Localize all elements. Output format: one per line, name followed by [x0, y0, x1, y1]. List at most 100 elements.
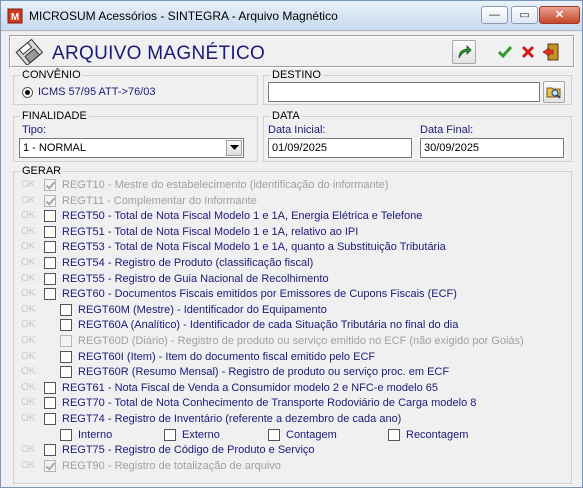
generate-file-button[interactable]	[452, 40, 476, 64]
close-window-button[interactable]: ✕	[539, 6, 580, 24]
convenio-radio[interactable]	[22, 87, 33, 98]
gerar-checkbox[interactable]	[60, 350, 72, 363]
title-bar[interactable]: M MICROSUM Acessórios - SINTEGRA - Arqui…	[1, 1, 582, 31]
app-icon: M	[7, 8, 23, 24]
gerar-checkbox[interactable]	[60, 303, 72, 316]
ok-status-label: OK	[21, 350, 36, 362]
data-final-label: Data Final:	[420, 124, 474, 136]
ok-status-label: OK	[21, 335, 36, 346]
data-inicial-label: Data Inicial:	[268, 124, 326, 136]
gerar-row-label: REGT11 - Complementar do Informante	[62, 194, 257, 207]
destino-group: DESTINO	[263, 68, 572, 105]
gerar-checkbox[interactable]	[44, 397, 56, 410]
ok-status-label: OK	[21, 381, 36, 393]
gerar-row-label: REGT54 - Registro de Produto (classifica…	[62, 257, 314, 269]
gerar-checkbox[interactable]	[44, 272, 56, 285]
gerar-row: OK REGT60A (Analítico) - Identificador de…	[14, 318, 569, 334]
gerar-row: OK REGT55 - Registro de Guia Nacional de …	[14, 272, 569, 288]
main-window: M MICROSUM Acessórios - SINTEGRA - Arqui…	[0, 0, 583, 488]
inventario-option-label: Contagem	[286, 428, 337, 441]
gerar-row: OK REGT70 - Total de Nota Conhecimento de…	[14, 396, 569, 412]
minimize-button[interactable]: —	[481, 6, 508, 24]
destino-label: DESTINO	[270, 68, 323, 82]
convenio-option-label: ICMS 57/95 ATT->76/03	[38, 86, 156, 98]
gerar-checkbox[interactable]	[44, 288, 56, 301]
data-final-input[interactable]	[420, 138, 564, 158]
inventario-option-checkbox[interactable]	[164, 428, 176, 441]
inventario-option-checkbox[interactable]	[60, 428, 72, 441]
gerar-row-label: REGT50 - Total de Nota Fiscal Modelo 1 e…	[62, 210, 423, 223]
gerar-row: OK REGT50 - Total de Nota Fiscal Modelo 1…	[14, 209, 569, 225]
inventario-option-checkbox[interactable]	[268, 428, 280, 441]
ok-status-label: OK	[21, 397, 36, 409]
ok-status-label: OK	[21, 303, 36, 315]
inventario-option-checkbox[interactable]	[388, 428, 400, 441]
gerar-row-label: REGT60A (Analítico) - Identificador de c…	[78, 319, 459, 332]
maximize-button[interactable]: ▭	[511, 6, 538, 24]
ok-status-label: OK	[21, 210, 36, 222]
gerar-checkbox[interactable]	[44, 241, 56, 254]
ok-status-label: OK	[21, 444, 36, 456]
ok-status-label: OK	[21, 241, 36, 253]
gerar-row: OK REGT90 - Registro de totalização de ar…	[14, 459, 569, 475]
gerar-row: OK REGT51 - Total de Nota Fiscal Modelo 1…	[14, 225, 569, 241]
ok-status-label: OK	[21, 459, 36, 471]
browse-folder-button[interactable]	[543, 81, 565, 103]
gerar-row: OK REGT60M (Mestre) - Identificador do Eq…	[14, 303, 569, 319]
window-title: MICROSUM Acessórios - SINTEGRA - Arquivo…	[29, 9, 338, 23]
gerar-row-label: REGT55 - Registro de Guia Nacional de Re…	[62, 272, 329, 285]
gerar-row: OK REGT60D (Diário) - Registro de produto…	[14, 334, 569, 350]
gerar-checkbox[interactable]	[44, 225, 56, 238]
gerar-row-label: REGT60D (Diário) - Registro de produto o…	[78, 335, 524, 347]
gerar-row: OK REGT10 - Mestre do estabelecimento (id…	[14, 178, 569, 194]
gerar-row: OK REGT53 - Total de Nota Fiscal Modelo 1…	[14, 240, 569, 256]
gerar-row: OK REGT60R (Resumo Mensal) - Registro de …	[14, 365, 569, 381]
gerar-checkbox[interactable]	[44, 210, 56, 223]
ok-status-label: OK	[21, 257, 36, 268]
finalidade-group: FINALIDADE Tipo: 1 - NORMAL	[13, 109, 258, 162]
destino-input[interactable]	[268, 82, 540, 102]
ok-status-label: OK	[21, 288, 36, 300]
page-title: ARQUIVO MAGNÉTICO	[52, 43, 266, 64]
gerar-checkbox[interactable]	[44, 257, 56, 269]
gerar-row: OK REGT60I (Item) - Item do documento fis…	[14, 350, 569, 366]
gerar-checkbox	[44, 179, 56, 191]
client-area: ARQUIVO MAGNÉTICO CONVÊNIO ICMS 57/95 AT…	[1, 32, 582, 487]
gerar-row: OK REGT61 - Nota Fiscal de Venda a Consum…	[14, 381, 569, 397]
gerar-checkbox[interactable]	[44, 444, 56, 457]
svg-text:M: M	[11, 12, 19, 23]
convenio-group: CONVÊNIO ICMS 57/95 ATT->76/03	[13, 68, 258, 105]
inventario-options-row: Interno Externo Contagem Recontagem	[14, 428, 569, 444]
gerar-checkbox[interactable]	[60, 319, 72, 332]
gerar-checkbox[interactable]	[60, 366, 72, 379]
exit-button[interactable]	[539, 40, 563, 64]
export-arrow-icon	[458, 45, 472, 59]
gerar-row-label: REGT10 - Mestre do estabelecimento (iden…	[62, 179, 389, 191]
checkmark-icon	[497, 46, 513, 59]
chevron-down-icon[interactable]	[226, 140, 242, 156]
gerar-row: OK REGT75 - Registro de Código de Produto…	[14, 443, 569, 459]
cancel-x-icon	[521, 45, 535, 59]
ok-status-label: OK	[21, 194, 36, 206]
gerar-row: OK REGT60 - Documentos Fiscais emitidos p…	[14, 287, 569, 303]
header-panel: ARQUIVO MAGNÉTICO	[9, 35, 575, 68]
ok-status-label: OK	[21, 413, 36, 424]
ok-status-label: OK	[21, 366, 36, 378]
gerar-checkbox	[60, 335, 72, 347]
gerar-row: OK REGT11 - Complementar do Informante	[14, 194, 569, 210]
tipo-label: Tipo:	[22, 124, 47, 136]
cancel-button[interactable]	[516, 40, 540, 64]
gerar-row-label: REGT60R (Resumo Mensal) - Registro de pr…	[78, 366, 450, 379]
gerar-checkbox[interactable]	[44, 381, 56, 394]
gerar-row: OK REGT74 - Registro de Inventário (refer…	[14, 412, 569, 428]
tipo-select[interactable]: 1 - NORMAL	[19, 138, 244, 158]
gerar-row-label: REGT61 - Nota Fiscal de Venda a Consumid…	[62, 381, 439, 394]
gerar-row-label: REGT60I (Item) - Item do documento fisca…	[78, 350, 376, 363]
gerar-checkbox[interactable]	[44, 413, 56, 425]
gerar-row-label: REGT70 - Total de Nota Conhecimento de T…	[62, 397, 477, 410]
data-inicial-input[interactable]	[268, 138, 412, 158]
confirm-button[interactable]	[493, 40, 517, 64]
gerar-row-label: REGT60M (Mestre) - Identificador do Equi…	[78, 303, 327, 316]
gerar-row: OK REGT54 - Registro de Produto (classifi…	[14, 256, 569, 272]
ok-status-label: OK	[21, 319, 36, 331]
